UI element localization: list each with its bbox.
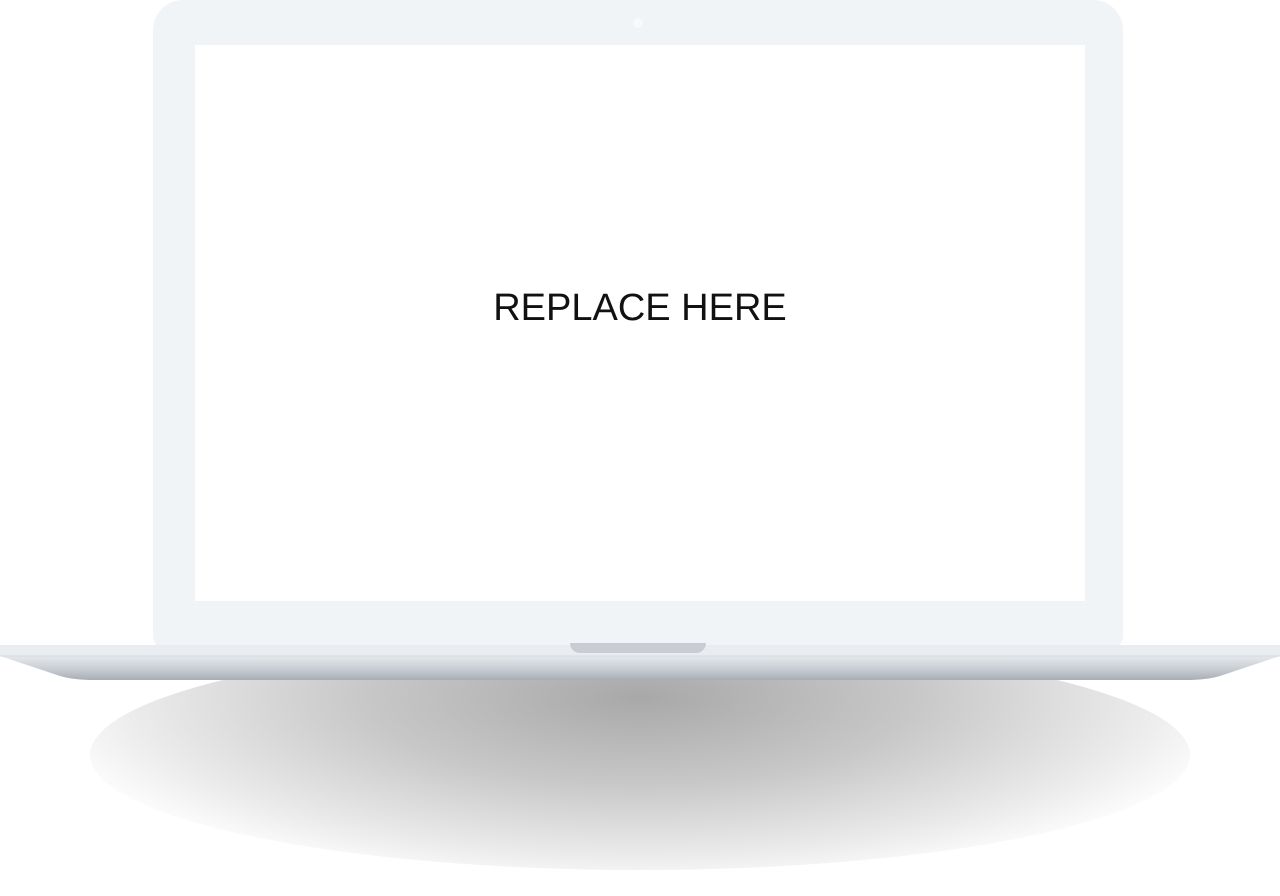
laptop-mockup: REPLACE HERE bbox=[0, 0, 1280, 896]
laptop-screen: REPLACE HERE bbox=[195, 45, 1085, 601]
laptop-hinge-notch bbox=[570, 643, 706, 653]
screen-placeholder-text: REPLACE HERE bbox=[493, 286, 787, 329]
webcam-icon bbox=[633, 18, 643, 28]
